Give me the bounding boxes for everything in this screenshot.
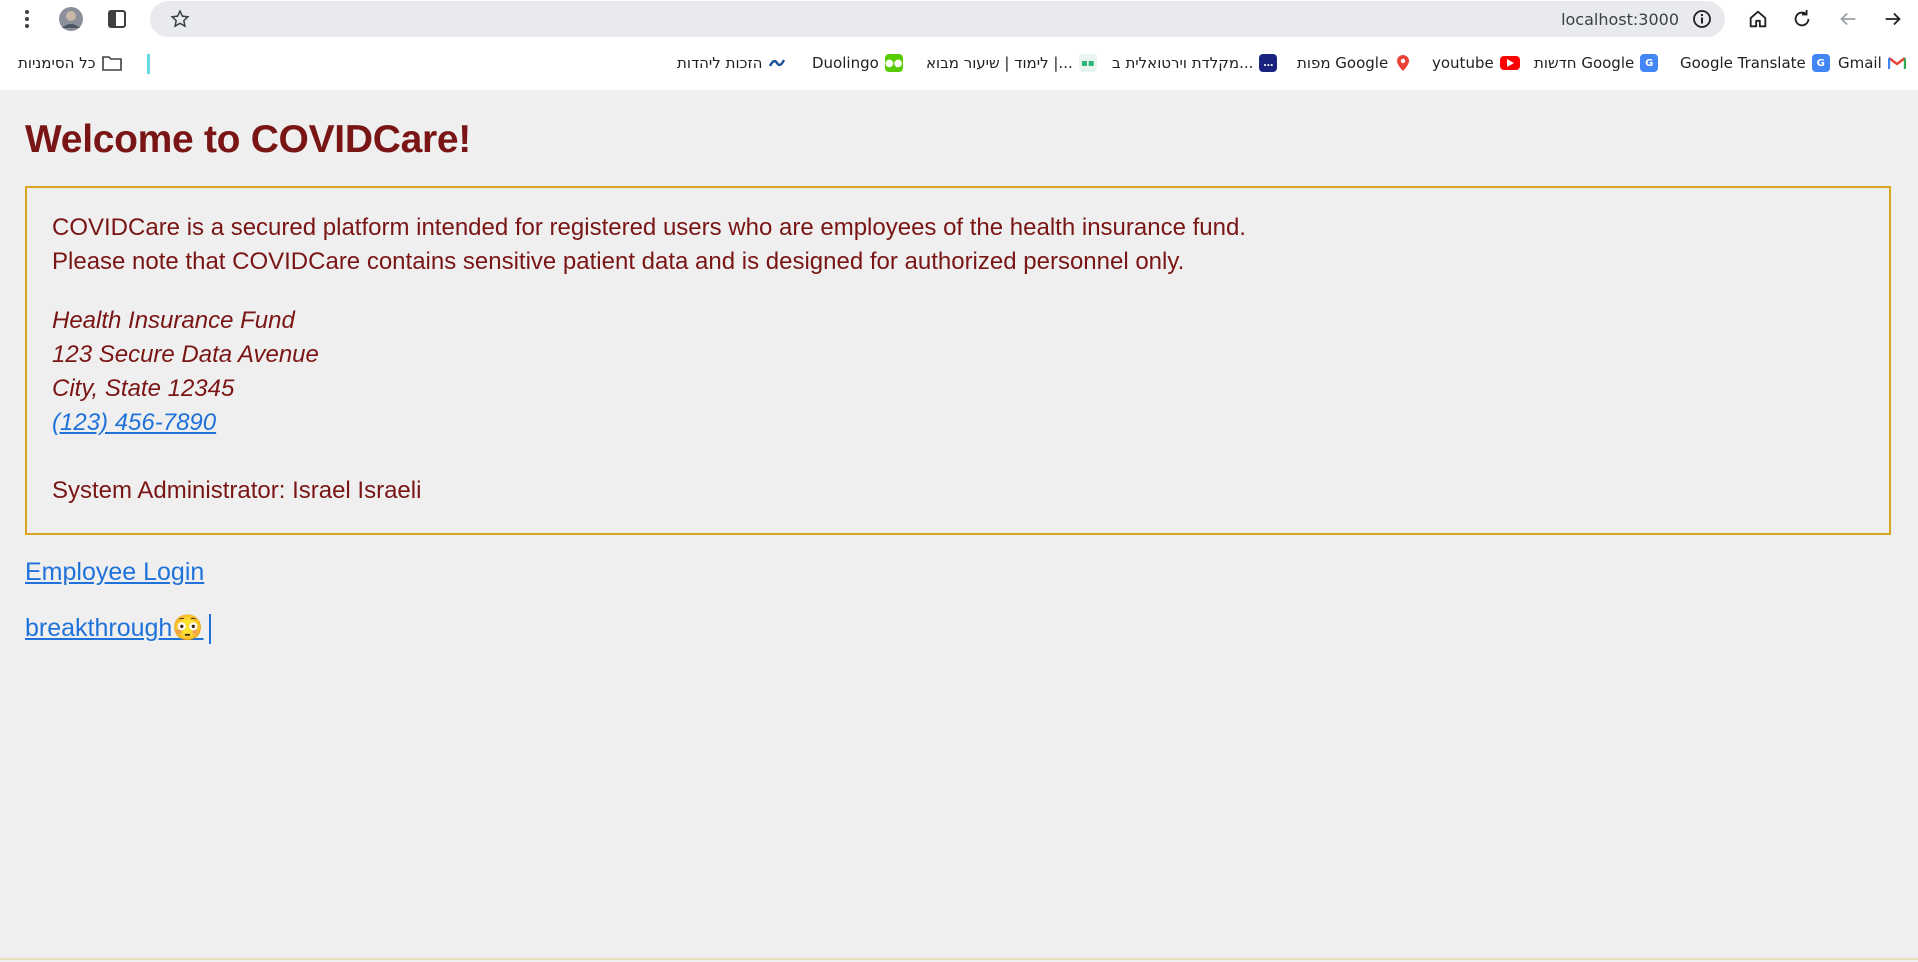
address-bar[interactable]: localhost:3000 bbox=[150, 1, 1725, 37]
keyboard-chat-icon: … bbox=[1259, 54, 1278, 72]
bookmark-label: לימוד | שיעור מבוא |... bbox=[926, 54, 1073, 72]
bookmark-item[interactable]: מפות Google bbox=[1297, 52, 1412, 74]
side-panel-icon[interactable] bbox=[102, 5, 132, 33]
text-cursor bbox=[209, 614, 211, 644]
bookmarks-divider bbox=[147, 54, 150, 74]
menu-icon[interactable] bbox=[12, 5, 42, 33]
reload-icon[interactable] bbox=[1787, 5, 1817, 33]
duolingo-icon: ●● bbox=[884, 54, 903, 72]
bookmark-item[interactable]: הזכות ליהדות bbox=[677, 52, 786, 74]
address-street: 123 Secure Data Avenue bbox=[52, 341, 319, 368]
bookmark-item[interactable]: Google Translate G bbox=[1680, 52, 1830, 74]
back-arrow-icon[interactable] bbox=[1833, 5, 1863, 33]
all-bookmarks-label: כל הסימניות bbox=[18, 54, 96, 72]
site-info-icon[interactable] bbox=[1687, 5, 1717, 33]
home-icon[interactable] bbox=[1743, 5, 1773, 33]
bookmark-label: youtube bbox=[1432, 54, 1494, 72]
intro-text-2: Please note that COVIDCare contains sens… bbox=[52, 248, 1185, 275]
intro-text-1: COVIDCare is a secured platform intended… bbox=[52, 214, 1246, 241]
employee-login-link[interactable]: Employee Login bbox=[25, 558, 204, 587]
address-city: City, State 12345 bbox=[52, 375, 235, 402]
lesson-icon: ▪▪ bbox=[1078, 54, 1097, 72]
bookmark-item[interactable]: מקלדת וירטואלית ב... … bbox=[1112, 52, 1278, 74]
google-news-icon: G bbox=[1640, 54, 1659, 72]
bookmark-label: חדשות Google bbox=[1534, 54, 1635, 72]
page-content: Welcome to COVIDCare! COVIDCare is a sec… bbox=[0, 90, 1918, 962]
admin-text: System Administrator: Israel Israeli bbox=[52, 477, 422, 504]
google-maps-icon bbox=[1394, 54, 1412, 72]
bookmarks-bar: כל הסימניות הזכות ליהדות Duolingo ●● לימ… bbox=[0, 38, 1918, 90]
page-title: Welcome to COVIDCare! bbox=[25, 118, 471, 161]
bookmark-item[interactable]: לימוד | שיעור מבוא |... ▪▪ bbox=[926, 52, 1097, 74]
youtube-icon bbox=[1499, 56, 1520, 70]
url-text[interactable]: localhost:3000 bbox=[1561, 10, 1679, 29]
bookmark-item[interactable]: חדשות Google G bbox=[1534, 52, 1659, 74]
google-translate-icon: G bbox=[1811, 54, 1830, 72]
browser-toolbar: localhost:3000 bbox=[0, 0, 1918, 38]
bookmark-label: הזכות ליהדות bbox=[677, 54, 763, 72]
bookmark-label: מפות Google bbox=[1297, 54, 1389, 72]
forward-arrow-icon[interactable] bbox=[1878, 5, 1908, 33]
phone-link[interactable]: (123) 456-7890 bbox=[52, 409, 216, 437]
bookmark-label: Gmail bbox=[1838, 54, 1882, 72]
bookmark-label: Google Translate bbox=[1680, 54, 1806, 72]
folder-icon bbox=[101, 56, 122, 71]
gmail-icon bbox=[1887, 54, 1906, 72]
bookmark-item[interactable]: Duolingo ●● bbox=[812, 52, 903, 74]
bookmark-item[interactable]: Gmail bbox=[1838, 52, 1906, 74]
bookmark-star-icon[interactable] bbox=[165, 5, 195, 33]
address-org: Health Insurance Fund bbox=[52, 307, 295, 334]
breakthrough-link[interactable]: breakthrough😳 bbox=[25, 614, 203, 643]
info-box: COVIDCare is a secured platform intended… bbox=[25, 186, 1891, 535]
bookmark-item[interactable]: youtube bbox=[1432, 52, 1520, 74]
all-bookmarks-folder[interactable]: כל הסימניות bbox=[18, 52, 122, 74]
page-bottom-border bbox=[0, 958, 1918, 960]
profile-avatar[interactable] bbox=[56, 5, 86, 33]
bookmark-label: מקלדת וירטואלית ב... bbox=[1112, 54, 1254, 72]
bookmark-label: Duolingo bbox=[812, 54, 879, 72]
link-icon bbox=[768, 54, 786, 72]
